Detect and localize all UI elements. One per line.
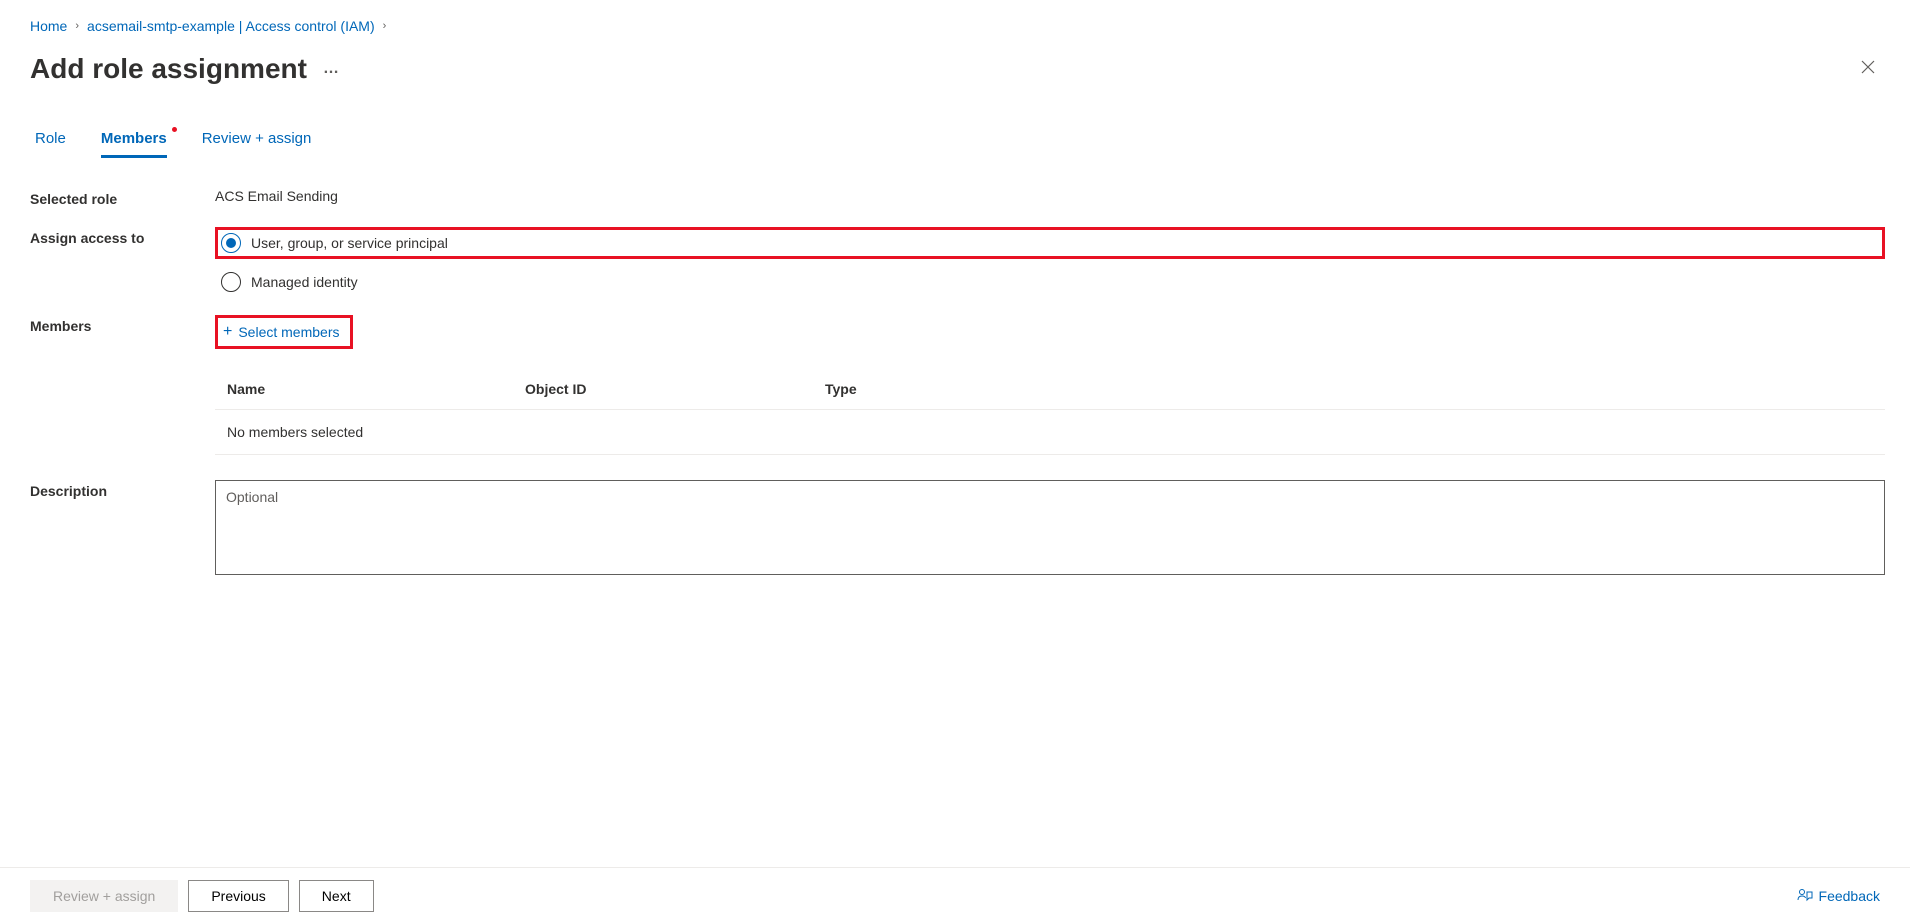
close-button[interactable] <box>1851 52 1885 85</box>
radio-user-label: User, group, or service principal <box>251 235 448 251</box>
assign-access-label: Assign access to <box>30 227 215 246</box>
review-assign-button[interactable]: Review + assign <box>30 880 178 912</box>
description-input[interactable] <box>215 480 1885 575</box>
selected-role-label: Selected role <box>30 188 215 207</box>
page-title: Add role assignment … <box>30 53 340 85</box>
radio-managed-input[interactable] <box>221 272 241 292</box>
close-icon <box>1861 60 1875 74</box>
tabs: Role Members Review + assign <box>30 130 1885 158</box>
feedback-label: Feedback <box>1819 888 1880 904</box>
more-menu-icon[interactable]: … <box>323 60 340 78</box>
members-table: Name Object ID Type No members selected <box>215 369 1885 455</box>
radio-option-user[interactable]: User, group, or service principal <box>215 227 1885 259</box>
radio-option-managed[interactable]: Managed identity <box>215 269 1885 295</box>
description-label: Description <box>30 480 215 499</box>
tab-members-label: Members <box>101 130 167 147</box>
select-members-button[interactable]: + Select members <box>223 323 340 341</box>
col-header-name: Name <box>215 381 525 397</box>
plus-icon: + <box>223 323 232 341</box>
chevron-right-icon: › <box>75 20 79 32</box>
next-button[interactable]: Next <box>299 880 374 912</box>
table-row-empty: No members selected <box>215 410 1885 455</box>
feedback-icon <box>1797 887 1813 906</box>
breadcrumb-home[interactable]: Home <box>30 18 67 34</box>
members-label: Members <box>30 315 215 334</box>
chevron-right-icon: › <box>383 20 387 32</box>
select-members-label: Select members <box>238 324 339 340</box>
col-header-objectid: Object ID <box>525 381 825 397</box>
col-header-type: Type <box>825 381 1885 397</box>
footer: Review + assign Previous Next Feedback <box>0 867 1910 924</box>
previous-button[interactable]: Previous <box>188 880 288 912</box>
radio-managed-label: Managed identity <box>251 274 358 290</box>
tab-members[interactable]: Members <box>101 130 167 158</box>
tab-role[interactable]: Role <box>35 130 66 158</box>
radio-user-input[interactable] <box>221 233 241 253</box>
assign-access-radio-group: User, group, or service principal Manage… <box>215 227 1885 295</box>
breadcrumb-resource[interactable]: acsemail-smtp-example | Access control (… <box>87 18 375 34</box>
page-title-text: Add role assignment <box>30 53 307 85</box>
selected-role-value: ACS Email Sending <box>215 188 1885 204</box>
tab-review[interactable]: Review + assign <box>202 130 312 158</box>
feedback-button[interactable]: Feedback <box>1797 887 1880 906</box>
breadcrumb: Home › acsemail-smtp-example | Access co… <box>30 10 1885 42</box>
table-header: Name Object ID Type <box>215 369 1885 410</box>
notification-dot-icon <box>172 127 177 132</box>
